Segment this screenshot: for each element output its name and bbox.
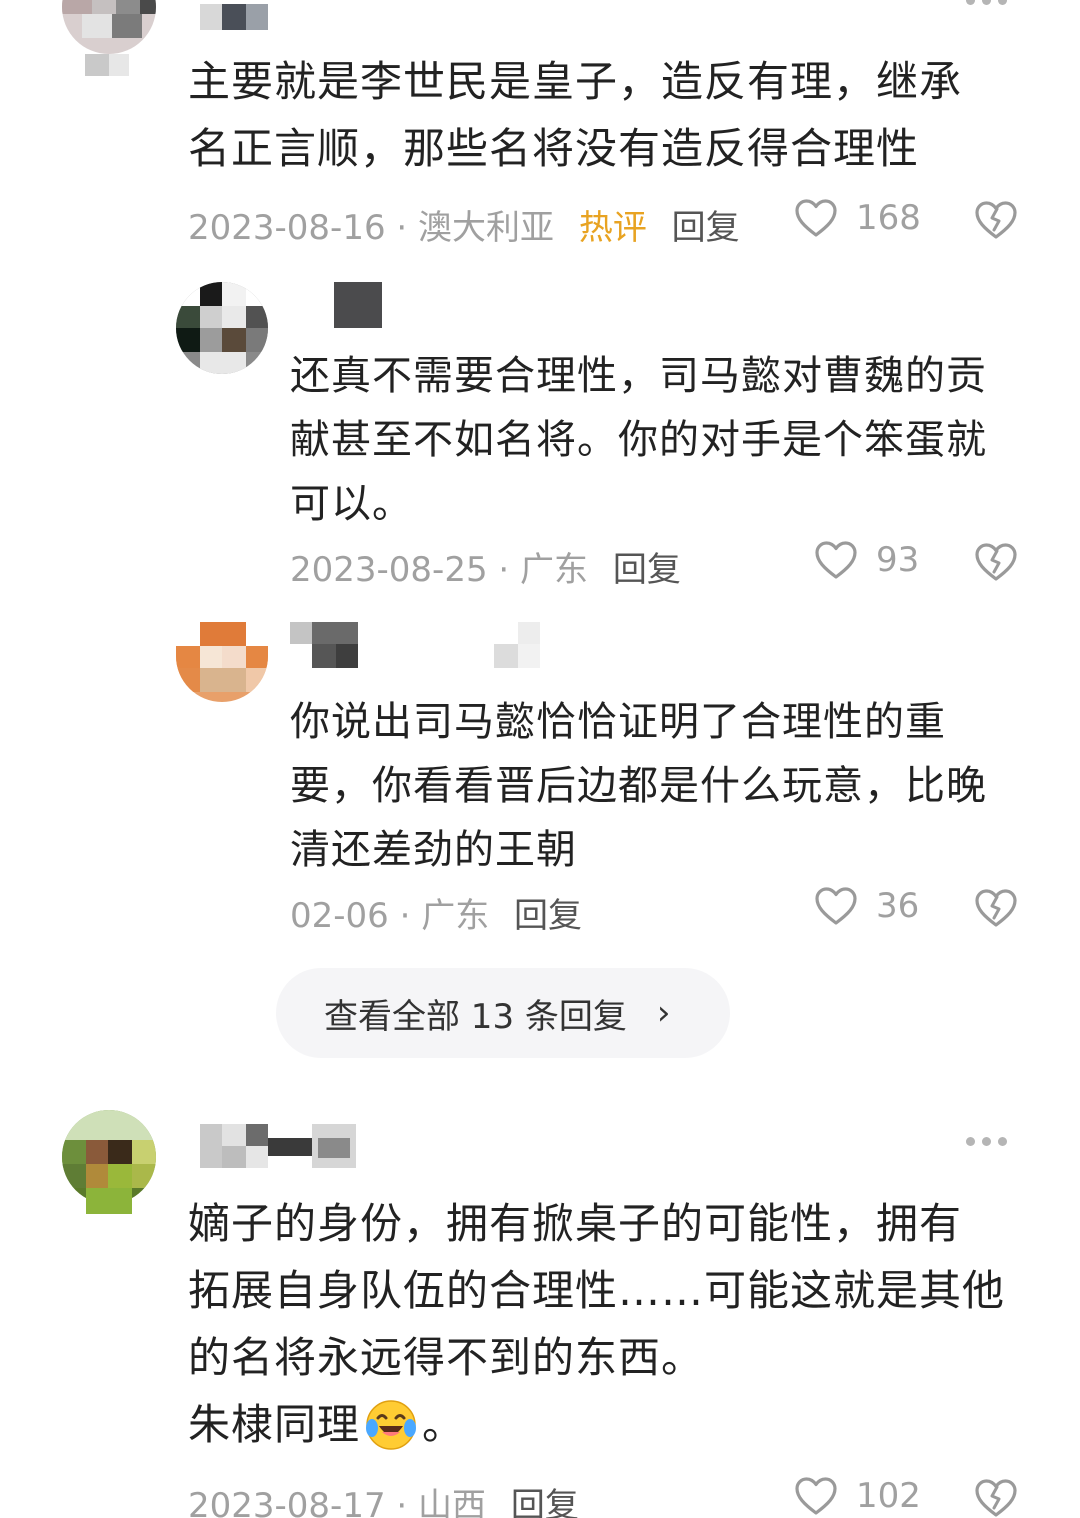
like-button[interactable]: 36 [814, 886, 919, 926]
comment-text: 主要就是李世民是皇子，造反有理，继承 名正言顺，那些名将没有造反得合理性 [188, 57, 963, 173]
reply-date: 2023-08-25 [290, 550, 488, 590]
like-count: 102 [856, 1476, 921, 1516]
avatar[interactable] [62, 0, 156, 54]
like-button[interactable]: 93 [814, 540, 919, 580]
comment-date: 2023-08-16 [188, 208, 386, 248]
crying-laughing-emoji [366, 1399, 417, 1450]
broken-heart-icon [975, 1479, 1017, 1517]
heart-outline-icon [795, 199, 837, 237]
avatar[interactable] [176, 622, 268, 702]
like-count: 93 [876, 540, 920, 580]
username[interactable] [200, 1124, 360, 1168]
username[interactable] [200, 4, 268, 30]
dislike-button[interactable] [974, 888, 1018, 932]
comment-location: 澳大利亚 [418, 208, 555, 248]
reply-meta: 2023-08-25 · 广东 回复 [290, 550, 681, 590]
avatar[interactable] [176, 282, 268, 374]
heart-outline-icon [795, 1477, 837, 1515]
comment-location: 山西 [418, 1486, 487, 1518]
reply-meta: 02-06 · 广东 回复 [290, 896, 583, 936]
view-all-label: 查看全部 13 条回复 [324, 996, 627, 1037]
reply-location: 广东 [421, 896, 490, 936]
dislike-button[interactable] [974, 1478, 1018, 1518]
comment-date: 2023-08-17 [188, 1486, 386, 1518]
comment-meta: 2023-08-17 · 山西 回复 [188, 1478, 579, 1518]
view-all-replies-button[interactable]: 查看全部 13 条回复 › [276, 968, 730, 1058]
like-button[interactable]: 168 [794, 198, 921, 238]
broken-heart-icon [975, 889, 1017, 927]
reply-button[interactable]: 回复 [514, 896, 582, 936]
more-options-icon[interactable] [966, 1137, 1007, 1146]
avatar-tail [86, 1188, 132, 1214]
chevron-right-icon: › [656, 993, 671, 1033]
like-count: 36 [876, 886, 920, 926]
dislike-button[interactable] [974, 542, 1018, 586]
username[interactable] [290, 622, 562, 668]
like-count: 168 [856, 198, 921, 238]
broken-heart-icon [975, 201, 1017, 239]
more-options-icon[interactable] [966, 0, 1007, 5]
reply-button[interactable]: 回复 [613, 550, 681, 590]
comment-meta: 2023-08-16 · 澳大利亚 热评 回复 [188, 208, 740, 248]
broken-heart-icon [975, 543, 1017, 581]
dislike-button[interactable] [974, 200, 1018, 244]
reply-date: 02-06 [290, 896, 389, 936]
reply-text: 你说出司马懿恰恰证明了合理性的重 要，你看看晋后边都是什么玩意，比晚 清还差劲的… [290, 699, 987, 873]
reply-button[interactable]: 回复 [511, 1486, 579, 1518]
like-button[interactable]: 102 [794, 1476, 921, 1516]
reply-text: 还真不需要合理性，司马懿对曹魏的贡 献甚至不如名将。你的对手是个笨蛋就 可以。 [290, 353, 987, 527]
comment-text: 嫡子的身份，拥有掀桌子的可能性，拥有 拓展自身队伍的合理性……可能这就是其他 的… [188, 1190, 1058, 1458]
avatar-tail [85, 54, 109, 76]
reply-location: 广东 [520, 550, 589, 590]
avatar-tail [109, 54, 129, 76]
heart-outline-icon [815, 887, 857, 925]
heart-outline-icon [815, 541, 857, 579]
reply-button[interactable]: 回复 [672, 208, 740, 248]
username[interactable] [334, 282, 382, 328]
hot-badge: 热评 [578, 208, 647, 248]
